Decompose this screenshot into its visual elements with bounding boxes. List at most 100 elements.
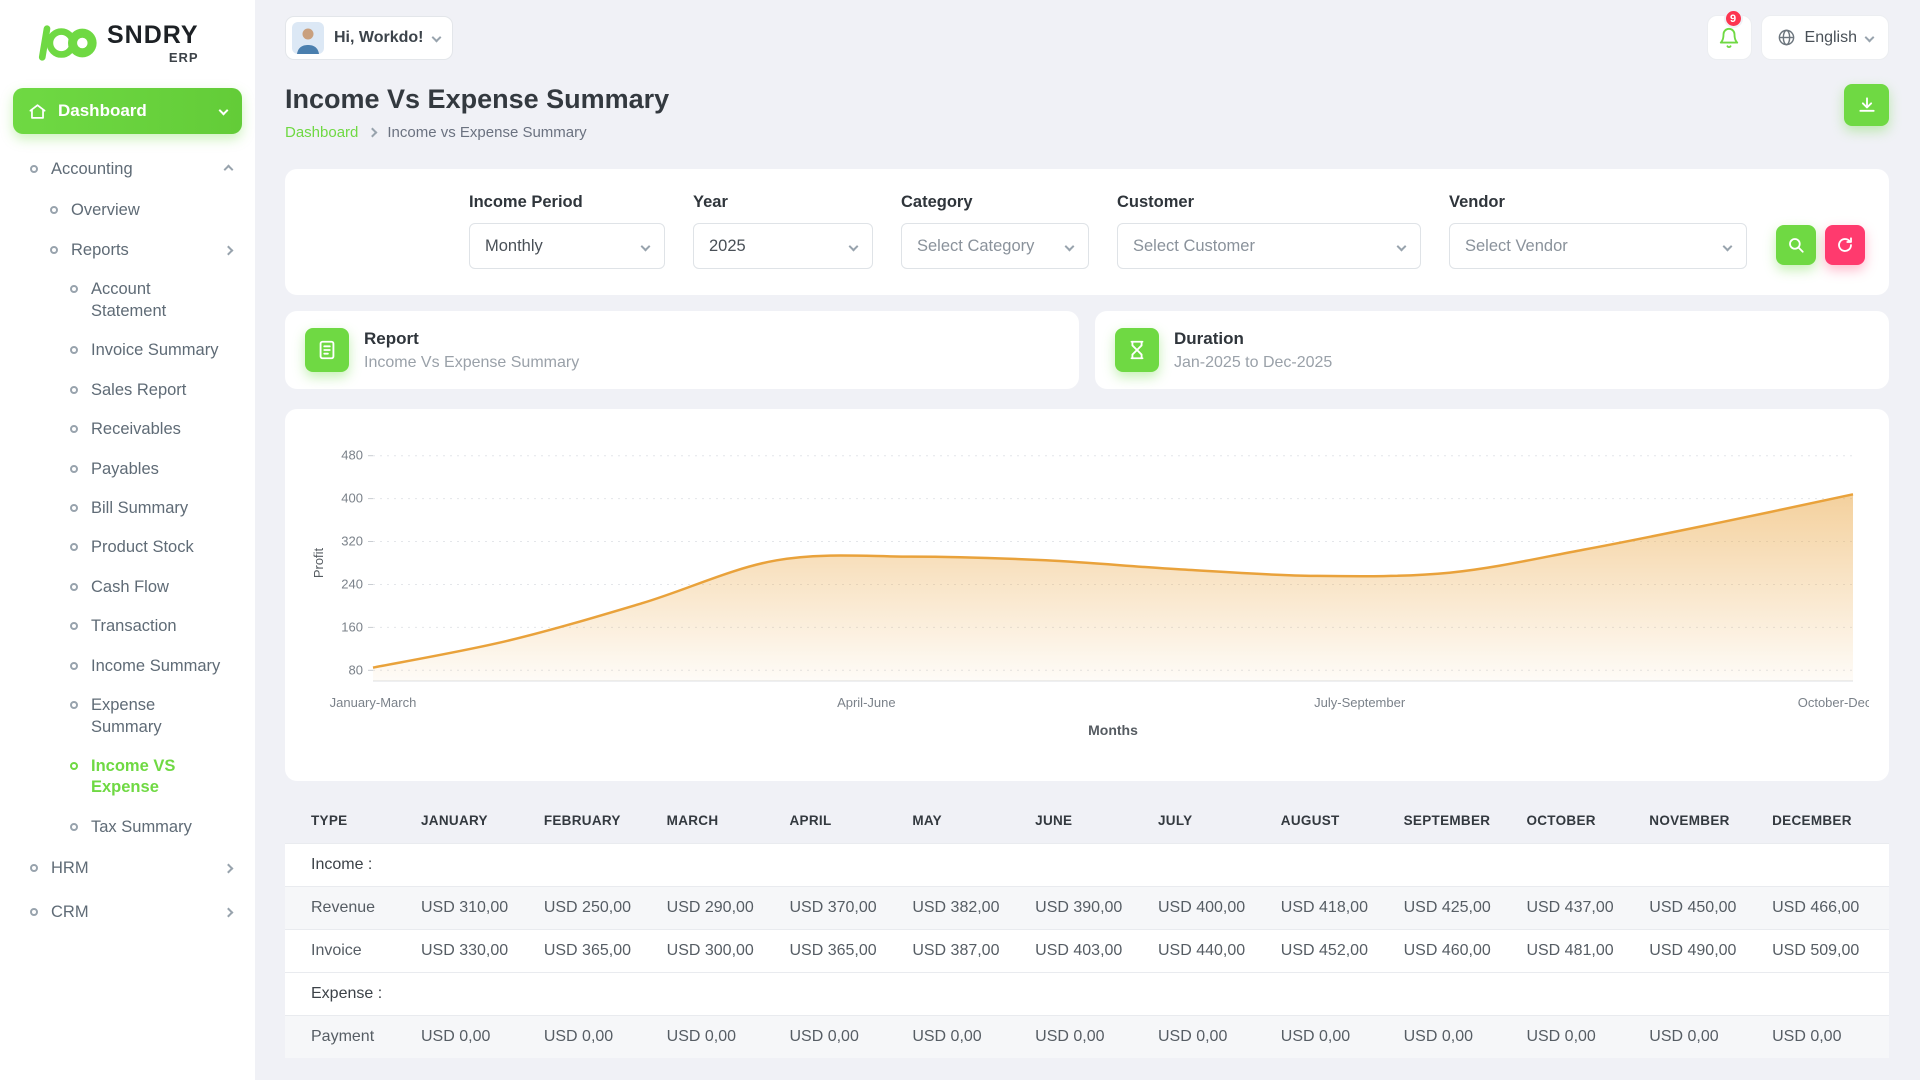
sidebar-item-sales-report[interactable]: Sales Report <box>13 371 242 410</box>
value-cell: USD 250,00 <box>537 886 661 930</box>
breadcrumb-current: Income vs Expense Summary <box>387 124 587 141</box>
select-value: Select Customer <box>1133 236 1255 255</box>
table-col-june: JUNE <box>1035 813 1073 828</box>
sidebar-item-product-stock[interactable]: Product Stock <box>13 528 242 567</box>
table-col-type: TYPE <box>311 813 348 828</box>
sidebar-item-crm[interactable]: CRM <box>13 891 242 934</box>
value-cell: USD 437,00 <box>1520 886 1644 930</box>
profit-chart-card: 80 160 240 320 400 480 January-March April-June… <box>285 409 1909 781</box>
select-year[interactable]: 2025 <box>693 223 873 269</box>
sidebar-item-overview[interactable]: Overview <box>13 191 242 230</box>
sidebar-item-label: Account Statement <box>91 280 167 320</box>
value-cell: USD 0,00 <box>1520 1015 1644 1058</box>
filter-label: Category <box>901 193 973 211</box>
download-button[interactable] <box>1844 84 1889 126</box>
select-category[interactable]: Select Category <box>901 223 1089 269</box>
brand-name: SNDRY <box>107 20 199 49</box>
sidebar-item-label: Accounting <box>51 160 133 178</box>
svg-text:320: 320 <box>341 534 363 549</box>
sidebar-item-label: Reports <box>71 240 129 259</box>
table-col-march: MARCH <box>666 813 719 828</box>
report-card-title: Report <box>364 328 419 348</box>
sidebar-item-receivables[interactable]: Receivables <box>13 410 242 449</box>
table-section-income: Income : <box>285 843 1889 887</box>
value-cell: USD 425,00 <box>1397 886 1521 930</box>
table-col-july: JULY <box>1157 813 1193 828</box>
sidebar-item-label: Invoice Summary <box>91 341 219 360</box>
value-cell: USD 403,00 <box>1029 929 1152 973</box>
bullet-icon <box>30 907 38 916</box>
sidebar-item-payables[interactable]: Payables <box>13 450 242 489</box>
svg-text:July-September: July-September <box>1314 695 1406 710</box>
table-col-september: SEPTEMBER <box>1403 813 1491 828</box>
value-cell: USD 387,00 <box>906 929 1030 973</box>
sidebar-item-label: Product Stock <box>91 538 194 557</box>
sidebar-item-account-statement[interactable]: Account Statement <box>13 270 242 331</box>
select-income-period[interactable]: Monthly <box>469 223 665 269</box>
value-cell: USD 0,00 <box>1029 1015 1152 1058</box>
report-icon-box <box>305 328 349 372</box>
filter-field-vendor: Vendor Select Vendor <box>1449 193 1747 269</box>
value-cell: USD 365,00 <box>537 929 661 973</box>
breadcrumb-dashboard-link[interactable]: Dashboard <box>285 124 358 141</box>
filter-label: Year <box>693 193 728 211</box>
bullet-icon <box>70 503 78 512</box>
sidebar-item-hrm[interactable]: HRM <box>13 847 242 890</box>
sidebar-item-invoice-summary[interactable]: Invoice Summary <box>13 331 242 370</box>
select-vendor[interactable]: Select Vendor <box>1449 223 1747 269</box>
row-type-cell: Revenue <box>285 886 415 930</box>
sidebar-item-tax-summary[interactable]: Tax Summary <box>13 808 242 847</box>
brand-sub: ERP <box>168 49 199 65</box>
section-label: Expense : <box>285 972 1889 1016</box>
svg-text:400: 400 <box>341 491 363 506</box>
sidebar-item-dashboard[interactable]: Dashboard <box>13 88 242 134</box>
sidebar-item-label: Payables <box>91 459 159 478</box>
chevron-right-icon <box>367 127 378 138</box>
value-cell: USD 490,00 <box>1643 929 1767 973</box>
sidebar-item-income-summary[interactable]: Income Summary <box>13 647 242 686</box>
sidebar-item-cash-flow[interactable]: Cash Flow <box>13 568 242 607</box>
filter-label: Income Period <box>469 193 583 211</box>
bullet-icon <box>70 762 78 770</box>
bullet-icon <box>50 245 58 254</box>
sidebar-item-label: Transaction <box>91 617 177 636</box>
value-cell: USD 460,00 <box>1397 929 1521 973</box>
value-cell: USD 390,00 <box>1029 886 1152 930</box>
sidebar-item-reports[interactable]: Reports <box>13 231 242 270</box>
breadcrumb: Dashboard Income vs Expense Summary <box>285 124 669 141</box>
select-value: Select Category <box>917 236 1035 255</box>
chevron-down-icon <box>1064 241 1075 251</box>
reset-button[interactable] <box>1825 225 1865 265</box>
chevron-right-icon <box>223 245 234 256</box>
report-card-subtitle: Income Vs Expense Summary <box>364 353 580 371</box>
main-content: Hi, Workdo! 9 English Income Vs Expense … <box>285 0 1909 1058</box>
sidebar-item-accounting[interactable]: Accounting <box>13 148 242 191</box>
language-selector[interactable]: English <box>1760 15 1889 60</box>
select-customer[interactable]: Select Customer <box>1117 223 1421 269</box>
select-value: Monthly <box>485 236 543 255</box>
search-button[interactable] <box>1776 225 1816 265</box>
search-icon <box>1789 238 1804 253</box>
page-title: Income Vs Expense Summary <box>285 84 670 114</box>
filter-field-year: Year 2025 <box>693 193 873 269</box>
value-cell: USD 0,00 <box>783 1015 907 1058</box>
notifications-button[interactable]: 9 <box>1706 9 1752 60</box>
bullet-icon <box>30 864 38 873</box>
sidebar-item-bill-summary[interactable]: Bill Summary <box>13 489 242 528</box>
user-menu[interactable]: Hi, Workdo! <box>285 15 454 60</box>
chevron-down-icon <box>1396 241 1407 251</box>
sidebar-item-label: Overview <box>71 201 140 220</box>
sidebar-item-label: Expense Summary <box>91 696 162 736</box>
value-cell: USD 365,00 <box>783 929 907 973</box>
value-cell: USD 0,00 <box>906 1015 1030 1058</box>
sidebar-item-label: Tax Summary <box>91 817 192 836</box>
app-logo: SNDRY ERP <box>37 22 242 64</box>
filter-actions <box>1776 225 1865 269</box>
sidebar-item-label: Receivables <box>91 420 181 439</box>
sidebar-item-transaction[interactable]: Transaction <box>13 607 242 646</box>
chevron-down-icon <box>218 105 229 115</box>
table-col-december: DECEMBER <box>1772 813 1852 828</box>
sidebar-item-income-vs-expense[interactable]: Income VS Expense <box>13 747 242 808</box>
sidebar-item-expense-summary[interactable]: Expense Summary <box>13 686 242 747</box>
sidebar: SNDRY ERP Dashboard Accounting Overview Re… <box>0 0 255 1080</box>
